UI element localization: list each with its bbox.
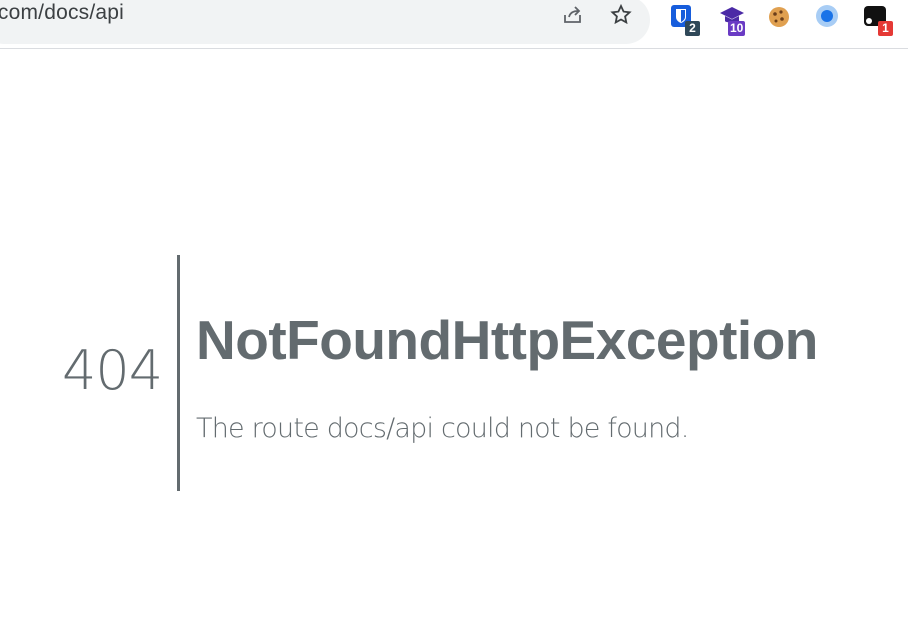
graduation-cap-extension-icon[interactable]: 10 — [718, 3, 748, 37]
divider — [177, 255, 180, 491]
graduation-cap-badge: 10 — [728, 21, 746, 36]
error-page: 404 NotFoundHttpException The route docs… — [0, 49, 908, 630]
blue-circle-extension-icon[interactable] — [814, 3, 844, 37]
browser-toolbar: n.com/docs/api 2 10 — [0, 0, 908, 49]
error-title: NotFoundHttpException — [196, 309, 818, 371]
address-bar[interactable]: n.com/docs/api — [0, 0, 650, 44]
error-code: 404 — [62, 339, 163, 402]
black-extension-icon[interactable]: 1 — [862, 3, 893, 37]
cookie-extension-icon[interactable] — [766, 3, 796, 37]
bookmark-star-icon[interactable] — [608, 2, 634, 28]
bitwarden-extension-icon[interactable]: 2 — [668, 3, 700, 37]
error-message: The route docs/api could not be found. — [196, 413, 689, 444]
share-icon[interactable] — [560, 2, 586, 28]
black-extension-badge: 1 — [878, 21, 893, 36]
bitwarden-badge: 2 — [685, 21, 700, 36]
url-text[interactable]: n.com/docs/api — [0, 1, 124, 25]
